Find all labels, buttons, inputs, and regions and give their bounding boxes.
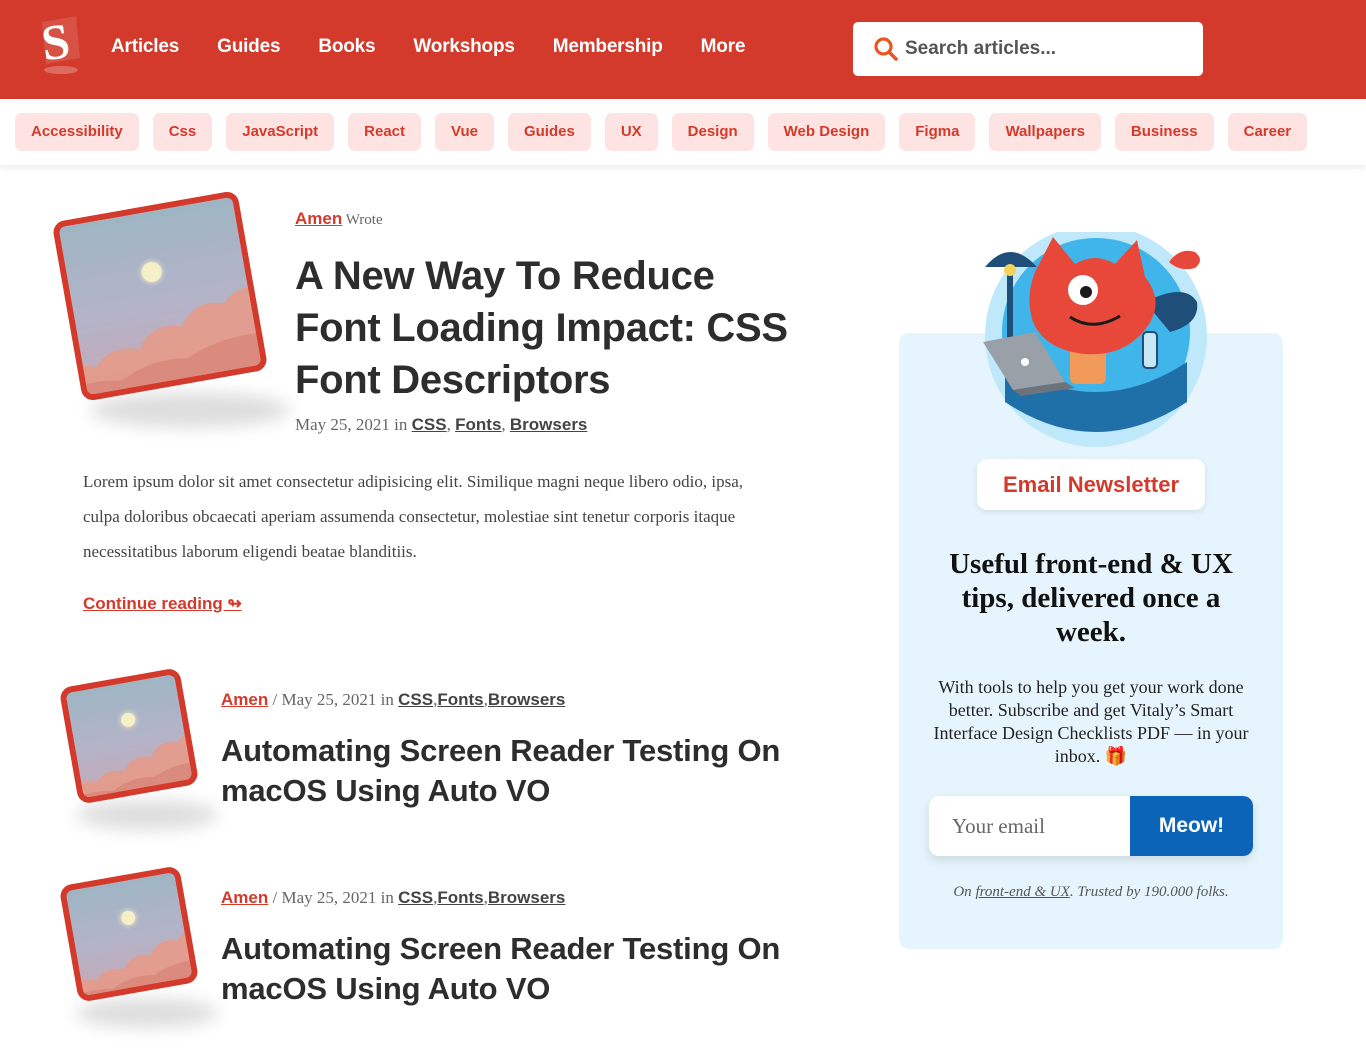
category-link[interactable]: Fonts xyxy=(437,690,483,709)
tag-guides[interactable]: Guides xyxy=(507,113,591,151)
category-link[interactable]: Browsers xyxy=(510,415,587,434)
article-meta: Amen / May 25, 2021 in CSS,Fonts,Browser… xyxy=(221,888,566,907)
moon-image xyxy=(120,909,137,927)
subscribe-button[interactable]: Meow! xyxy=(1130,796,1253,856)
email-field[interactable] xyxy=(929,796,1130,856)
category-link[interactable]: CSS xyxy=(398,690,433,709)
main-nav: Articles Guides Books Workshops Membersh… xyxy=(111,36,783,58)
thumbnail-shadow xyxy=(76,800,218,830)
tag-design[interactable]: Design xyxy=(671,113,754,151)
meta-in: in xyxy=(380,690,394,709)
author-link[interactable]: Amen xyxy=(295,209,342,228)
featured-excerpt: Lorem ipsum dolor sit amet consectetur a… xyxy=(83,472,744,561)
search-box[interactable] xyxy=(853,22,1203,76)
meta-in: in xyxy=(380,888,394,907)
newsletter-signup-form: Meow! xyxy=(929,796,1253,856)
tag-ux[interactable]: UX xyxy=(604,113,658,151)
nav-books[interactable]: Books xyxy=(318,36,375,58)
topic-tag-bar: Accessibility Css JavaScript React Vue G… xyxy=(0,99,1366,165)
tag-accessibility[interactable]: Accessibility xyxy=(15,113,139,151)
tag-web-design[interactable]: Web Design xyxy=(767,113,886,151)
moon-image xyxy=(140,260,164,284)
post-date: May 25, 2021 xyxy=(281,888,377,907)
tag-business[interactable]: Business xyxy=(1114,113,1214,151)
nav-more[interactable]: More xyxy=(701,36,746,58)
cloud-image xyxy=(69,733,200,805)
category-link[interactable]: CSS xyxy=(398,888,433,907)
post-date: May 25, 2021 xyxy=(295,415,390,434)
category-link[interactable]: Fonts xyxy=(437,888,483,907)
tag-react[interactable]: React xyxy=(348,113,421,151)
category-link[interactable]: CSS xyxy=(412,415,447,434)
meta-in: in xyxy=(394,415,408,434)
moon-image xyxy=(120,711,137,729)
newsletter-trust-note: On front-end & UX. Trusted by 190.000 fo… xyxy=(899,884,1283,901)
front-end-ux-link[interactable]: front-end & UX xyxy=(975,884,1069,900)
foot-prefix: On xyxy=(953,884,976,900)
cat-mascot-illustration-icon xyxy=(983,232,1207,447)
author-link[interactable]: Amen xyxy=(221,690,268,709)
nav-membership[interactable]: Membership xyxy=(553,36,663,58)
tag-career[interactable]: Career xyxy=(1227,113,1308,151)
tag-vue[interactable]: Vue xyxy=(435,113,494,151)
featured-meta: May 25, 2021 in CSS, Fonts, Browsers xyxy=(295,415,588,434)
search-icon xyxy=(874,37,898,61)
smashing-logo-icon[interactable]: S xyxy=(36,14,86,76)
category-link[interactable]: Browsers xyxy=(488,690,565,709)
tag-javascript[interactable]: JavaScript xyxy=(226,113,335,151)
cloud-image xyxy=(69,931,200,1003)
meta-separator: / xyxy=(272,690,278,709)
article-title[interactable]: Automating Screen Reader Testing On macO… xyxy=(221,929,781,1009)
foot-suffix: . Trusted by 190.000 folks. xyxy=(1069,884,1229,900)
tag-css[interactable]: Css xyxy=(152,113,213,151)
byline-wrote: Wrote xyxy=(345,212,383,228)
continue-reading-link[interactable]: Continue reading ↬ xyxy=(83,594,242,614)
article-thumbnail[interactable] xyxy=(58,667,200,805)
post-date: May 25, 2021 xyxy=(281,690,377,709)
featured-title[interactable]: A New Way To Reduce Font Loading Impact:… xyxy=(295,250,795,406)
tag-figma[interactable]: Figma xyxy=(899,113,976,151)
article-thumbnail[interactable] xyxy=(58,865,200,1003)
newsletter-description: With tools to help you get your work don… xyxy=(933,677,1249,766)
featured-thumbnail[interactable] xyxy=(51,190,269,402)
thumbnail-shadow xyxy=(90,392,290,428)
nav-workshops[interactable]: Workshops xyxy=(413,36,515,58)
article-title[interactable]: Automating Screen Reader Testing On macO… xyxy=(221,731,781,811)
featured-byline: Amen Wrote xyxy=(295,209,383,229)
nav-guides[interactable]: Guides xyxy=(217,36,280,58)
newsletter-badge: Email Newsletter xyxy=(977,459,1205,510)
newsletter-heading: Useful front-end & UX tips, delivered on… xyxy=(949,548,1233,648)
nav-articles[interactable]: Articles xyxy=(111,36,179,58)
meta-separator: / xyxy=(272,888,278,907)
article-meta: Amen / May 25, 2021 in CSS,Fonts,Browser… xyxy=(221,690,566,709)
cloud-image xyxy=(52,287,269,402)
site-header: S Articles Guides Books Workshops Member… xyxy=(0,0,1366,99)
thumbnail-shadow xyxy=(76,998,218,1028)
category-link[interactable]: Browsers xyxy=(488,888,565,907)
search-input[interactable] xyxy=(905,38,1195,60)
author-link[interactable]: Amen xyxy=(221,888,268,907)
tag-wallpapers[interactable]: Wallpapers xyxy=(989,113,1101,151)
category-link[interactable]: Fonts xyxy=(455,415,501,434)
